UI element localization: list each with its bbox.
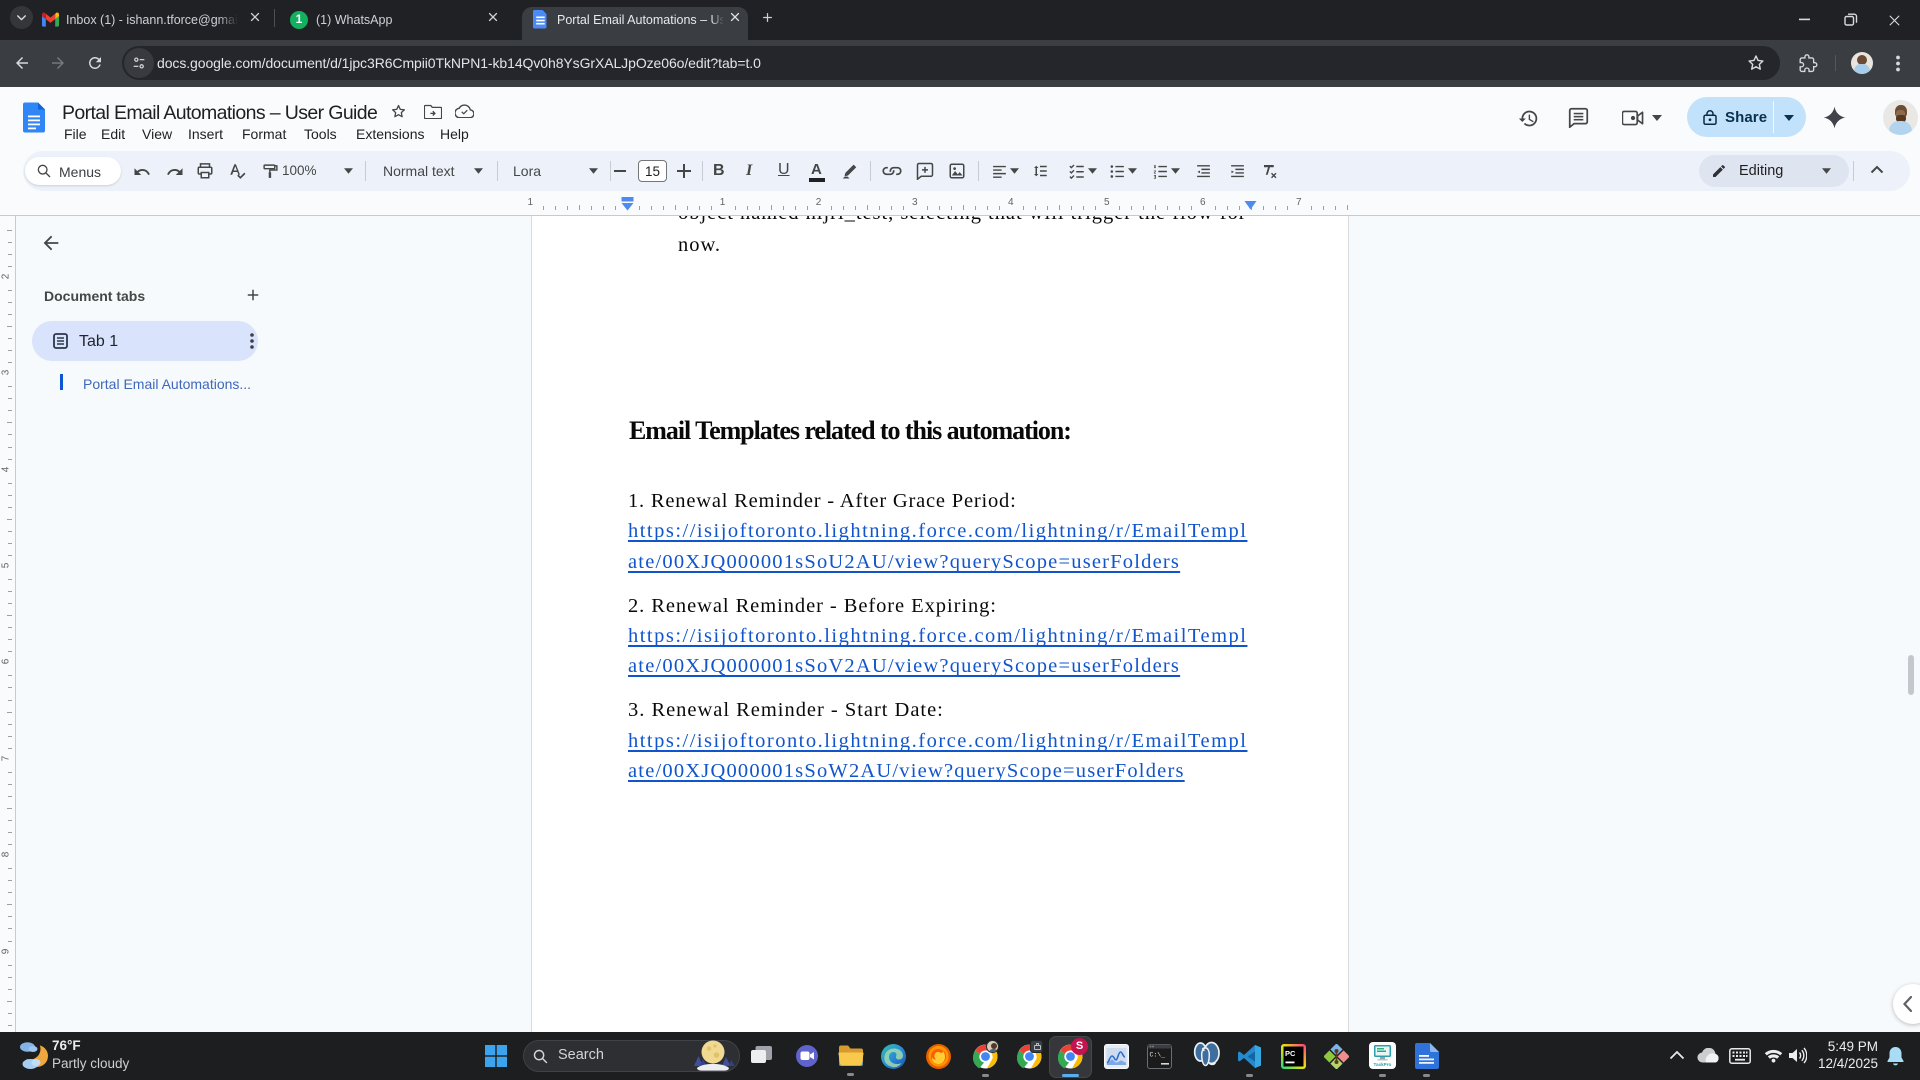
svg-text:PC: PC	[1285, 1049, 1296, 1058]
svg-text:TaskPro: TaskPro	[1374, 1062, 1392, 1067]
svg-text:C:\_: C:\_	[1150, 1052, 1166, 1059]
